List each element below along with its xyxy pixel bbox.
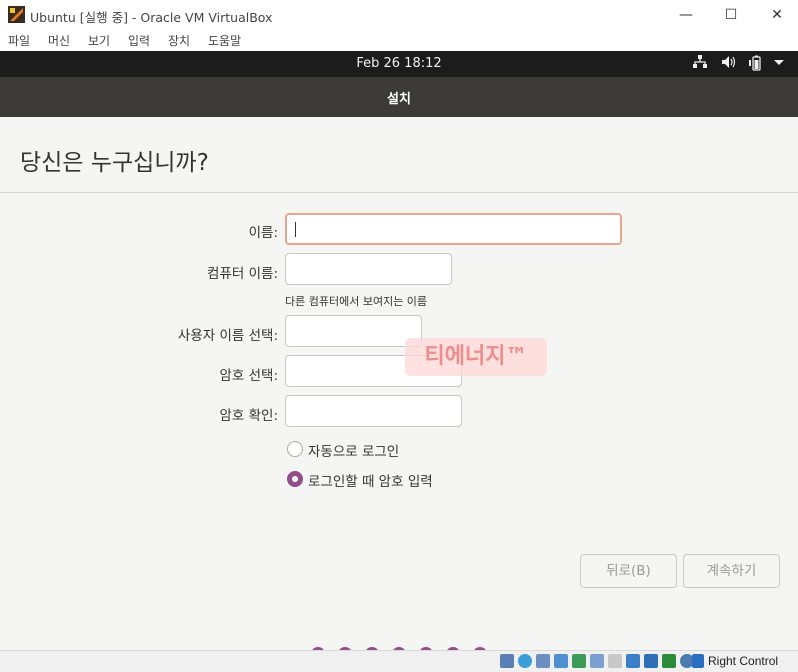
back-button[interactable]: 뒤로(B) [580,554,677,588]
window-title: Ubuntu [실행 중] - Oracle VM VirtualBox [30,10,273,25]
menu-help[interactable]: 도움말 [208,32,241,49]
hard-disk-icon[interactable] [500,654,514,668]
username-label: 사용자 이름 선택: [177,328,278,344]
menu-file[interactable]: 파일 [8,32,30,49]
menu-bar: 파일 머신 보기 입력 장치 도움말 [0,30,798,51]
optical-drive-icon[interactable] [518,654,532,668]
cpu-icon[interactable] [662,654,676,668]
menu-devices[interactable]: 장치 [168,32,190,49]
shared-folders-icon[interactable] [590,654,604,668]
auto-login-label[interactable]: 자동으로 로그인 [308,440,399,460]
password-label: 암호 선택: [219,368,278,384]
usb-icon[interactable] [572,654,586,668]
clock[interactable]: Feb 26 18:12 [0,56,798,71]
name-label: 이름: [248,225,278,241]
clipboard-icon[interactable] [644,654,658,668]
confirm-password-label: 암호 확인: [219,408,278,424]
divider [0,192,798,193]
keyboard-capture-icon[interactable] [692,654,704,668]
installer-content: 당신은 누구십니까? 이름: 컴퓨터 이름: 다른 컴퓨터에서 보여지는 이름 … [0,117,798,661]
page-title: 당신은 누구십니까? [20,150,209,176]
battery-icon[interactable] [748,55,764,75]
host-key-label: Right Control [708,654,779,668]
network-adapter-icon[interactable] [554,654,568,668]
virtualbox-statusbar: Right Control [0,650,798,672]
video-capture-icon[interactable] [626,654,640,668]
auto-login-radio[interactable] [287,441,303,457]
network-icon[interactable] [692,55,708,73]
computer-name-hint: 다른 컴퓨터에서 보여지는 이름 [285,295,428,308]
menu-machine[interactable]: 머신 [48,32,70,49]
menu-view[interactable]: 보기 [88,32,110,49]
dropdown-arrow-icon[interactable] [773,55,785,73]
audio-icon[interactable] [536,654,550,668]
maximize-icon[interactable]: ☐ [719,4,743,26]
close-icon[interactable]: ✕ [765,4,789,26]
gnome-top-panel: Feb 26 18:12 [0,51,798,77]
require-password-label[interactable]: 로그인할 때 암호 입력 [308,470,433,490]
display-icon[interactable] [608,654,622,668]
volume-icon[interactable] [721,55,737,73]
continue-button[interactable]: 계속하기 [683,554,780,588]
installer-title: 설치 [387,92,411,107]
virtualbox-app-icon [8,6,25,23]
computer-name-label: 컴퓨터 이름: [207,266,278,282]
minimize-icon[interactable]: — [674,4,698,26]
installer-header: 설치 [0,77,798,117]
require-password-radio[interactable] [287,471,303,487]
window-titlebar: Ubuntu [실행 중] - Oracle VM VirtualBox — ☐… [0,0,798,30]
confirm-password-field[interactable] [285,395,462,427]
text-caret [295,222,296,237]
computer-name-field[interactable] [285,253,452,285]
username-field[interactable] [285,315,422,347]
menu-input[interactable]: 입력 [128,32,150,49]
watermark-logo: 티에너지™ [405,338,547,376]
name-field[interactable] [285,213,622,245]
